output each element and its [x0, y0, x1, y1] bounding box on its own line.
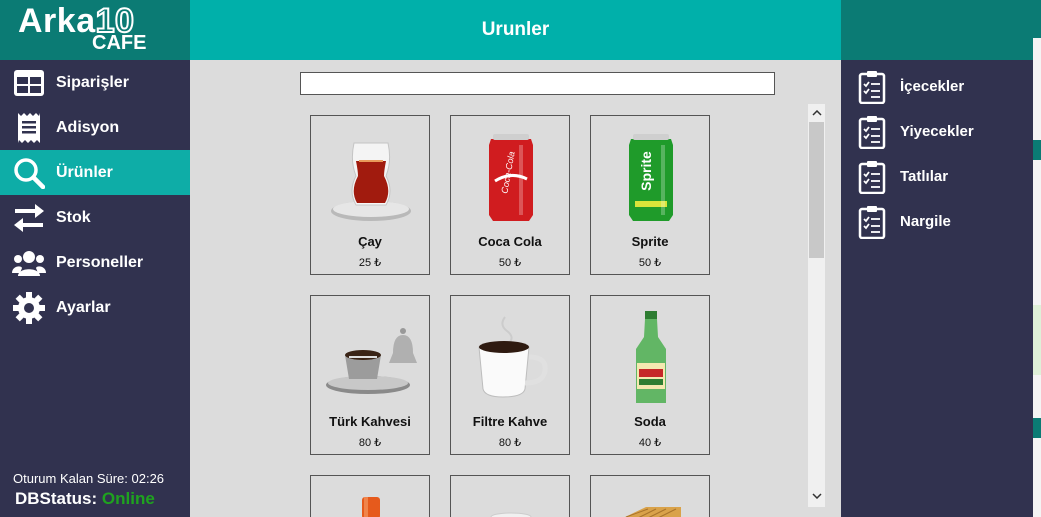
session-timer: Oturum Kalan Süre: 02:26	[13, 471, 165, 486]
product-card-turk-kahvesi[interactable]: Türk Kahvesi 80 ₺	[310, 295, 430, 455]
product-card-filtre-kahve[interactable]: Filtre Kahve 80 ₺	[450, 295, 570, 455]
db-status: DBStatus: Online	[15, 489, 155, 508]
product-name: Coca Cola	[478, 234, 542, 249]
category-header	[841, 0, 1033, 60]
product-name: Filtre Kahve	[472, 414, 548, 429]
search-icon	[12, 156, 46, 190]
svg-text:Sprite: Sprite	[638, 150, 654, 190]
swap-arrows-icon	[12, 201, 46, 235]
clipboard-checklist-icon	[858, 205, 886, 239]
category-item-tatlilar[interactable]: Tatlılar	[841, 154, 1033, 199]
orange-drink-icon	[321, 484, 421, 517]
product-card-cay[interactable]: Çay 25 ₺	[310, 115, 430, 275]
app-logo: Arka10 CAFE	[0, 0, 190, 60]
category-item-yiyecekler[interactable]: Yiyecekler	[841, 109, 1033, 154]
category-panel: İçecekler Yiyecekler Tatlılar Nargile	[841, 0, 1033, 517]
turkish-tea-glass-icon	[321, 124, 421, 232]
db-status-value: Online	[101, 489, 155, 508]
page-title: Urunler	[190, 0, 841, 60]
product-price: 50 ₺	[498, 257, 522, 269]
nav-item-adisyon[interactable]: Adisyon	[0, 105, 190, 150]
nav-item-urunler[interactable]: Ürünler	[0, 150, 190, 195]
clipboard-checklist-icon	[858, 70, 886, 104]
clipboard-checklist-icon	[858, 160, 886, 194]
product-price: 50 ₺	[638, 257, 662, 269]
cup-icon	[461, 484, 561, 517]
receipt-icon	[12, 111, 46, 145]
table-grid-icon	[12, 66, 46, 100]
product-card[interactable]	[590, 475, 710, 517]
product-price: 40 ₺	[638, 437, 662, 449]
category-item-nargile[interactable]: Nargile	[841, 199, 1033, 244]
product-card-soda[interactable]: Soda 40 ₺	[590, 295, 710, 455]
search-input[interactable]	[300, 72, 775, 95]
gear-icon	[12, 291, 46, 325]
product-card[interactable]	[450, 475, 570, 517]
nav-item-personeller[interactable]: Personeller	[0, 240, 190, 285]
product-card[interactable]	[310, 475, 430, 517]
product-price: 80 ₺	[498, 437, 522, 449]
sprite-can-icon: Sprite	[601, 124, 701, 232]
product-name: Çay	[358, 234, 382, 249]
product-card-coca-cola[interactable]: Coca-Cola Coca Cola 50 ₺	[450, 115, 570, 275]
clipboard-checklist-icon	[858, 115, 886, 149]
products-panel: Urunler Çay 25 ₺ Coca-Cola Coca Cola 50 …	[190, 0, 841, 517]
product-card-sprite[interactable]: Sprite Sprite 50 ₺	[590, 115, 710, 275]
coffee-mug-icon	[461, 304, 561, 412]
product-name: Soda	[634, 414, 666, 429]
scroll-down-arrow-icon[interactable]	[808, 488, 825, 504]
soda-bottle-icon	[601, 304, 701, 412]
turkish-coffee-cup-icon	[321, 304, 421, 412]
left-sidebar: Arka10 CAFE Siparişler Adisyon Ürünler S…	[0, 0, 190, 517]
category-item-icecekler[interactable]: İçecekler	[841, 64, 1033, 109]
nav-item-stok[interactable]: Stok	[0, 195, 190, 240]
product-price: 25 ₺	[358, 257, 382, 269]
baklava-icon	[601, 484, 701, 517]
cola-can-icon: Coca-Cola	[461, 124, 561, 232]
users-icon	[12, 246, 46, 280]
product-name: Türk Kahvesi	[329, 414, 411, 429]
scrollbar-thumb[interactable]	[809, 122, 824, 258]
main-nav: Siparişler Adisyon Ürünler Stok Personel…	[0, 60, 190, 330]
product-price: 80 ₺	[358, 437, 382, 449]
nav-item-ayarlar[interactable]: Ayarlar	[0, 285, 190, 330]
nav-item-siparisler[interactable]: Siparişler	[0, 60, 190, 105]
product-name: Sprite	[631, 234, 669, 249]
scroll-up-arrow-icon[interactable]	[808, 105, 825, 121]
background-window-edge	[1033, 0, 1041, 517]
products-scrollbar[interactable]	[808, 104, 825, 507]
